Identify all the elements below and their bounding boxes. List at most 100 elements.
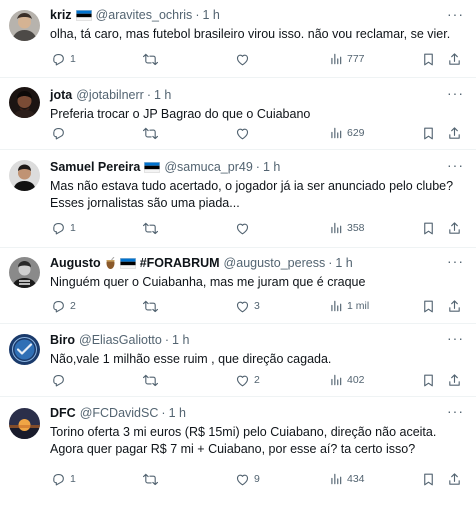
more-icon[interactable]: ··· [447,253,464,269]
share-button[interactable] [447,52,462,67]
more-icon[interactable]: ··· [447,403,464,419]
views-icon [329,373,343,387]
like-icon [235,52,250,67]
post-augusto[interactable]: Augusto #FORABRUM @augusto_peress · 1 h … [0,248,476,324]
bookmark-button[interactable] [421,221,436,236]
separator-dot: · [146,88,151,102]
mate-gourd-icon [105,256,116,270]
more-icon[interactable]: ··· [447,6,464,22]
retweet-button[interactable] [143,126,162,141]
author-name[interactable]: Augusto [50,255,101,271]
bookmark-button[interactable] [421,373,436,388]
author-handle[interactable]: @augusto_peress [224,255,326,271]
bookmark-button[interactable] [421,472,436,487]
avatar[interactable] [9,10,40,41]
estonia-flag-icon [76,10,92,21]
like-button[interactable] [235,52,254,67]
author-name[interactable]: Samuel Pereira [50,159,140,175]
retweet-button[interactable] [143,373,162,388]
reply-button[interactable]: 1 [51,472,76,487]
share-button[interactable] [447,221,462,236]
timestamp[interactable]: 1 h [169,405,186,421]
action-bar: 1 777 [50,51,466,67]
reply-button[interactable] [51,373,70,388]
reply-button[interactable]: 1 [51,221,76,236]
views-icon [329,52,343,66]
share-button[interactable] [447,299,462,314]
views-button[interactable]: 358 [329,221,365,235]
author-name[interactable]: jota [50,87,72,103]
post-samuel-pereira[interactable]: Samuel Pereira @samuca_pr49 · 1 h ··· Ma… [0,150,476,248]
share-button[interactable] [447,373,462,388]
bookmark-button[interactable] [421,299,436,314]
bookmark-button[interactable] [421,126,436,141]
action-bar: 629 [50,125,466,141]
author-handle[interactable]: @jotabilnerr [76,87,144,103]
retweet-icon [143,221,158,236]
like-count: 2 [254,374,260,386]
more-icon[interactable]: ··· [447,85,464,101]
author-handle[interactable]: @aravites_ochris [96,7,193,23]
separator-dot: · [255,160,260,174]
views-button[interactable]: 434 [329,472,365,486]
retweet-button[interactable] [143,52,162,67]
author-name[interactable]: kriz [50,7,72,23]
author-handle[interactable]: @samuca_pr49 [164,159,252,175]
reply-icon [51,126,66,141]
post-biro[interactable]: Biro @EliasGaliotto · 1 h ··· Não,vale 1… [0,324,476,397]
post-text: Preferia trocar o JP Bagrao do que o Cui… [50,106,466,123]
share-button[interactable] [447,472,462,487]
views-count: 777 [347,53,365,65]
author-handle[interactable]: @EliasGaliotto [79,332,162,348]
avatar[interactable] [9,334,40,365]
share-button[interactable] [447,126,462,141]
avatar[interactable] [9,408,40,439]
action-bar: 1 358 [50,220,466,236]
views-icon [329,299,343,313]
timestamp[interactable]: 1 h [263,159,280,175]
share-icon [447,52,462,67]
more-icon[interactable]: ··· [447,157,464,173]
bookmark-icon [421,126,436,141]
views-count: 1 mil [347,300,370,312]
avatar[interactable] [9,257,40,288]
post-dfc[interactable]: DFC @FCDavidSC · 1 h ··· Torino oferta 3… [0,397,476,510]
post-text-line: Preferia trocar o JP Bagrao do que o Cui… [50,107,311,121]
like-count: 9 [254,473,260,485]
author-handle[interactable]: @FCDavidSC [80,405,159,421]
more-icon[interactable]: ··· [447,330,464,346]
views-count: 358 [347,222,365,234]
retweet-button[interactable] [143,299,162,314]
avatar[interactable] [9,87,40,118]
like-icon [235,299,250,314]
share-icon [447,373,462,388]
reply-button[interactable]: 2 [51,299,76,314]
like-button[interactable] [235,221,254,236]
author-name-hashtag[interactable]: #FORABRUM [140,255,220,271]
post-text-line: Agora quer pagar R$ 7 mi + Cuiabano, por… [50,442,416,456]
avatar[interactable] [9,160,40,191]
views-button[interactable]: 777 [329,52,365,66]
post-text-line: Torino oferta 3 mi euros (R$ 15mi) pelo … [50,425,437,439]
reply-icon [51,221,66,236]
like-button[interactable] [235,126,254,141]
post-kriz[interactable]: kriz @aravites_ochris · 1 h ··· olha, tá… [0,0,476,78]
author-name[interactable]: Biro [50,332,75,348]
views-button[interactable]: 629 [329,126,365,140]
like-button[interactable]: 2 [235,373,260,388]
retweet-button[interactable] [143,472,162,487]
views-button[interactable]: 402 [329,373,365,387]
reply-button[interactable] [51,126,70,141]
author-name[interactable]: DFC [50,405,76,421]
post-jota[interactable]: jota @jotabilnerr · 1 h ··· Preferia tro… [0,78,476,150]
reply-button[interactable]: 1 [51,52,76,67]
bookmark-button[interactable] [421,52,436,67]
like-button[interactable]: 9 [235,472,260,487]
timestamp[interactable]: 1 h [202,7,219,23]
timestamp[interactable]: 1 h [172,332,189,348]
like-button[interactable]: 3 [235,299,260,314]
retweet-button[interactable] [143,221,162,236]
views-button[interactable]: 1 mil [329,299,369,313]
timestamp[interactable]: 1 h [335,255,352,271]
timestamp[interactable]: 1 h [154,87,171,103]
